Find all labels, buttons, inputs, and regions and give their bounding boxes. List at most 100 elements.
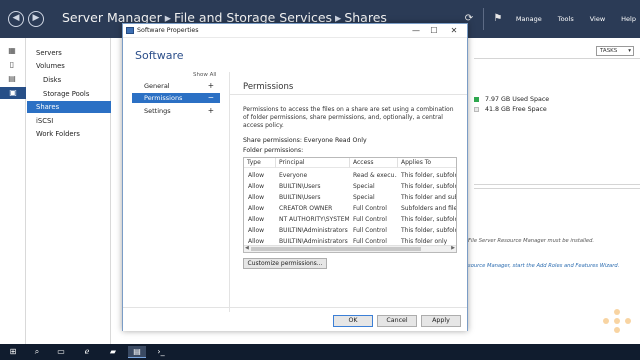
sidebar-item-settings[interactable]: Settings + xyxy=(132,106,220,116)
tools-menu[interactable]: Tools xyxy=(558,15,574,23)
tasks-label: TASKS xyxy=(600,48,618,54)
apply-button[interactable]: Apply xyxy=(421,315,461,327)
dialog-heading: Software xyxy=(135,49,184,62)
used-space-label: 7.97 GB Used Space xyxy=(485,96,550,103)
column-header-principal[interactable]: Principal xyxy=(276,158,350,168)
left-rail: ▦ ▯ ▤ ▣ xyxy=(0,38,26,344)
cell-applies-to: This folder and subfo xyxy=(401,194,456,201)
scroll-right-icon[interactable]: ▶ xyxy=(451,245,455,251)
nav-item-work-folders[interactable]: Work Folders xyxy=(27,128,111,140)
cell-access: Full Control xyxy=(353,227,387,234)
sidebar-item-general[interactable]: General + xyxy=(132,81,220,91)
show-all-link[interactable]: Show All xyxy=(193,72,216,78)
help-menu[interactable]: Help xyxy=(621,15,636,23)
local-server-icon[interactable]: ▯ xyxy=(5,60,19,70)
panel-divider xyxy=(474,58,640,59)
nav-item-iscsi[interactable]: iSCSI xyxy=(27,115,111,127)
cell-access: Special xyxy=(353,183,375,190)
free-space-swatch xyxy=(474,107,479,112)
expand-icon: + xyxy=(207,81,214,90)
powershell-icon[interactable]: ›_ xyxy=(152,346,170,358)
table-row[interactable]: Allow Everyone Read & execu... This fold… xyxy=(244,170,456,181)
cell-principal: BUILTIN\Users xyxy=(279,194,321,201)
windows-taskbar: ⊞ ⌕ ▭ ℯ ▰ ▤ ›_ xyxy=(0,344,640,360)
cell-access: Full Control xyxy=(353,216,387,223)
dashboard-icon[interactable]: ▦ xyxy=(5,46,19,56)
cell-principal: BUILTIN\Users xyxy=(279,183,321,190)
share-permissions-text: Share permissions: Everyone Read Only xyxy=(243,137,367,144)
cell-applies-to: This folder, subfold xyxy=(401,172,456,179)
add-roles-link[interactable]: source Manager, start the Add Roles and … xyxy=(468,263,619,269)
column-header-applies-to[interactable]: Applies To xyxy=(398,158,456,168)
permissions-description: Permissions to access the files on a sha… xyxy=(243,106,454,129)
panel-divider xyxy=(474,184,640,185)
cell-access: Full Control xyxy=(353,205,387,212)
fsrm-hint: source Manager, start the Add Roles and … xyxy=(468,263,619,269)
sidebar-item-label: Settings xyxy=(144,107,171,115)
cell-principal: BUILTIN\Administrators xyxy=(279,227,348,234)
table-row[interactable]: Allow BUILTIN\Users Special This folder … xyxy=(244,192,456,203)
ok-button[interactable]: OK xyxy=(333,315,373,327)
column-header-access[interactable]: Access xyxy=(350,158,398,168)
cell-type: Allow xyxy=(248,194,265,201)
minimize-icon[interactable]: — xyxy=(409,25,423,36)
manage-menu[interactable]: Manage xyxy=(516,15,542,23)
file-storage-icon[interactable]: ▣ xyxy=(0,87,26,99)
permissions-heading: Permissions xyxy=(243,82,294,92)
view-menu[interactable]: View xyxy=(590,15,605,23)
free-space-legend: 41.8 GB Free Space xyxy=(474,106,547,113)
cell-applies-to: This folder, subfold xyxy=(401,183,456,190)
search-icon[interactable]: ⌕ xyxy=(28,346,46,358)
properties-app-icon xyxy=(126,27,134,34)
expand-icon: + xyxy=(207,106,214,115)
nav-item-disks[interactable]: Disks xyxy=(27,74,111,86)
dialog-divider xyxy=(229,72,230,312)
forward-arrow-icon[interactable]: ▶ xyxy=(28,11,44,27)
back-arrow-icon[interactable]: ◀ xyxy=(8,11,24,27)
horizontal-scrollbar[interactable]: ◀ ▶ xyxy=(244,245,456,252)
all-servers-icon[interactable]: ▤ xyxy=(5,74,19,84)
chevron-down-icon: ▾ xyxy=(628,48,631,54)
free-space-label: 41.8 GB Free Space xyxy=(485,106,547,113)
cancel-button[interactable]: Cancel xyxy=(377,315,417,327)
cell-applies-to: Subfolders and files xyxy=(401,205,456,212)
scroll-left-icon[interactable]: ◀ xyxy=(245,245,249,251)
task-view-icon[interactable]: ▭ xyxy=(52,346,70,358)
toolbar: ⟳ ⚑ Manage Tools View Help xyxy=(459,0,640,38)
cell-principal: Everyone xyxy=(279,172,308,179)
start-icon[interactable]: ⊞ xyxy=(4,346,22,358)
table-row[interactable]: Allow NT AUTHORITY\SYSTEM Full Control T… xyxy=(244,214,456,225)
cell-type: Allow xyxy=(248,227,265,234)
internet-explorer-icon[interactable]: ℯ xyxy=(78,346,96,358)
tasks-dropdown[interactable]: TASKS ▾ xyxy=(596,46,634,56)
maximize-icon[interactable]: ☐ xyxy=(427,25,441,36)
table-row[interactable]: Allow CREATOR OWNER Full Control Subfold… xyxy=(244,203,456,214)
used-space-swatch xyxy=(474,97,479,102)
cell-type: Allow xyxy=(248,205,265,212)
customize-permissions-button[interactable]: Customize permissions... xyxy=(243,258,327,269)
footer-divider xyxy=(123,307,467,308)
sidebar-item-permissions[interactable]: Permissions − xyxy=(132,93,220,103)
nav-item-servers[interactable]: Servers xyxy=(27,47,111,59)
toolbar-divider xyxy=(482,8,484,30)
section-divider xyxy=(230,94,467,95)
fsrm-note: File Server Resource Manager must be ins… xyxy=(468,238,595,244)
flag-icon[interactable]: ⚑ xyxy=(491,12,505,26)
close-icon[interactable]: ✕ xyxy=(447,25,461,36)
nav-item-shares[interactable]: Shares xyxy=(27,101,111,113)
column-header-type[interactable]: Type xyxy=(244,158,276,168)
cell-applies-to: This folder, subfold xyxy=(401,216,456,223)
nav-item-storage-pools[interactable]: Storage Pools xyxy=(27,88,111,100)
folder-permissions-table[interactable]: Type Principal Access Applies To Allow E… xyxy=(243,157,457,253)
cell-type: Allow xyxy=(248,216,265,223)
server-manager-taskbar-icon[interactable]: ▤ xyxy=(128,346,146,358)
left-navigation: Servers Volumes Disks Storage Pools Shar… xyxy=(27,38,111,344)
table-row[interactable]: Allow BUILTIN\Administrators Full Contro… xyxy=(244,225,456,236)
collapse-icon: − xyxy=(207,93,214,102)
file-explorer-icon[interactable]: ▰ xyxy=(104,346,122,358)
panel-divider xyxy=(474,188,640,189)
dialog-titlebar: Software Properties — ☐ ✕ xyxy=(123,24,467,38)
table-row[interactable]: Allow BUILTIN\Users Special This folder,… xyxy=(244,181,456,192)
nav-item-volumes[interactable]: Volumes xyxy=(27,60,111,72)
scrollbar-thumb[interactable] xyxy=(251,247,421,251)
